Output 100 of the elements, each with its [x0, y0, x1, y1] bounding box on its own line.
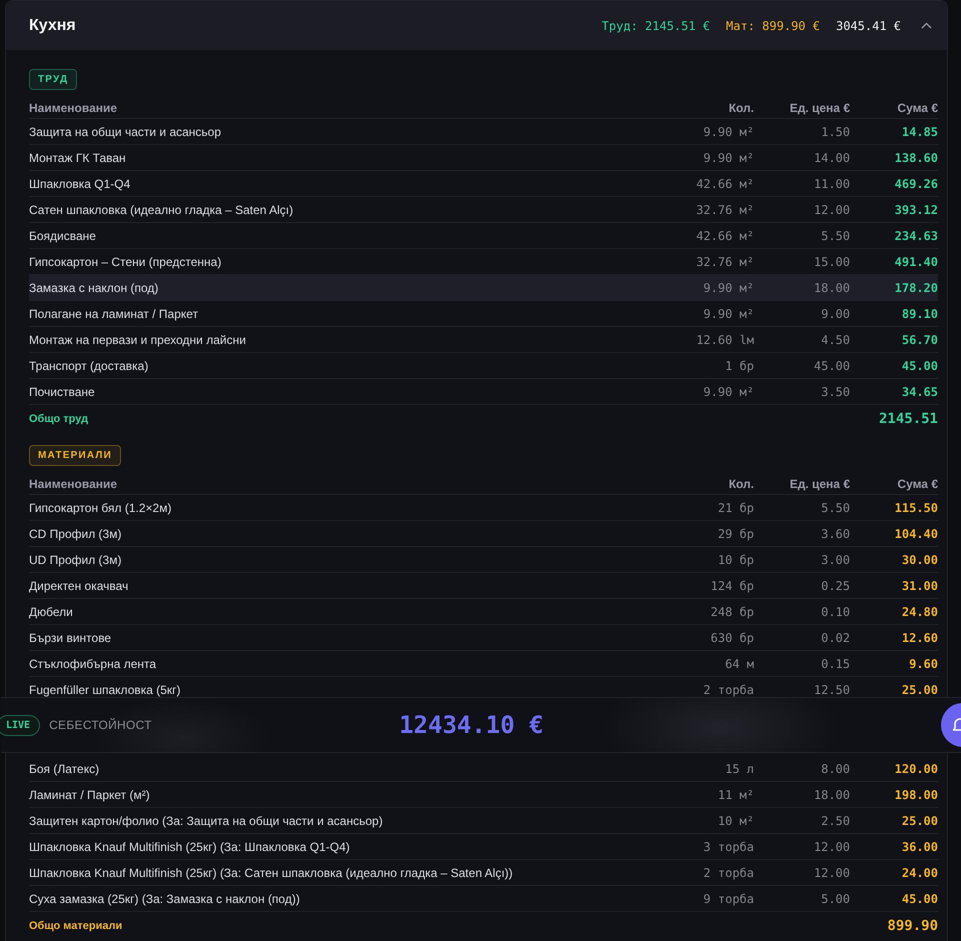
- column-header: Ед. цена €: [788, 100, 850, 114]
- item-name: Защитен картон/фолио (За: Защита на общи части и асансьор): [29, 814, 384, 828]
- labor-total: Труд: 2145.51 €: [602, 18, 710, 32]
- item-name: UD Профил (3м): [29, 552, 122, 566]
- item-name: Полагане на ламинат / Паркет: [29, 306, 200, 320]
- quantity: 9.90 м²: [702, 124, 754, 138]
- unit-price: 14.00: [812, 150, 850, 164]
- unit-price: 18.00: [812, 788, 850, 802]
- item-name: CD Профил (3м): [29, 526, 122, 540]
- line-sum: 115.50: [894, 500, 938, 514]
- chevron-up-icon: [920, 22, 932, 29]
- quantity: 42.66 м²: [695, 228, 754, 242]
- unit-price: 12.00: [812, 202, 850, 216]
- quantity: 630 бр: [710, 630, 754, 644]
- item-name: Суха замазка (25кг) (За: Замазка с наклон (под)): [29, 892, 301, 906]
- item-name: Замазка с наклон (под): [29, 280, 160, 294]
- unit-price: 9.00: [820, 306, 850, 320]
- line-sum: 491.40: [894, 254, 938, 268]
- unit-price: 5.50: [820, 500, 850, 514]
- unit-price: 12.50: [812, 682, 850, 696]
- unit-price: 45.00: [812, 358, 850, 372]
- grand-total: 3045.41 €: [836, 18, 901, 32]
- item-name: Гипсокартон – Стени (предстенна): [29, 254, 222, 268]
- quantity: 15 л: [724, 762, 754, 776]
- unit-price: 8.00: [820, 762, 850, 776]
- line-sum: 120.00: [894, 762, 938, 776]
- quantity: 9 торба: [702, 892, 754, 906]
- line-sum: 234.63: [894, 228, 938, 242]
- item-name: Бързи винтове: [29, 630, 112, 644]
- quantity: 21 бр: [716, 500, 754, 514]
- column-header: Наименование: [29, 100, 118, 114]
- line-sum: 198.00: [894, 788, 938, 802]
- total-value: 899.90: [886, 918, 938, 934]
- item-name: Ламинат / Паркет (м²): [29, 788, 151, 802]
- unit-price: 4.50: [820, 332, 850, 346]
- item-name: Fugenfüller шпакловка (5кг): [29, 682, 182, 696]
- item-name: Транспорт (доставка): [29, 358, 150, 372]
- section-badge: ТРУД: [29, 69, 78, 90]
- quantity: 9.90 м²: [702, 306, 754, 320]
- total-value: 2145.51: [878, 410, 938, 426]
- quantity: 42.66 м²: [695, 176, 754, 190]
- quantity: 32.76 м²: [695, 254, 754, 268]
- unit-price: 3.50: [820, 384, 850, 398]
- section-badge: МАТЕРИАЛИ: [29, 445, 122, 466]
- item-name: Директен окачвач: [29, 578, 130, 592]
- item-name: Почистване: [29, 384, 96, 398]
- line-sum: 25.00: [900, 682, 938, 696]
- unit-price: 1.50: [820, 124, 850, 138]
- line-sum: 89.10: [900, 306, 938, 320]
- room-title: Кухня: [29, 16, 77, 34]
- item-name: Монтаж на первази и преходни лайсни: [29, 332, 247, 346]
- total-label: Общо труд: [29, 412, 90, 424]
- line-sum: 45.00: [900, 358, 938, 372]
- unit-price: 3.60: [820, 526, 850, 540]
- line-sum: 56.70: [900, 332, 938, 346]
- unit-price: 12.00: [812, 866, 850, 880]
- line-sum: 138.60: [894, 150, 938, 164]
- unit-price: 12.00: [812, 840, 850, 854]
- column-header: Наименование: [29, 476, 118, 490]
- quantity: 9.90 м²: [702, 280, 754, 294]
- item-name: Дюбели: [29, 604, 74, 618]
- unit-price: 15.00: [812, 254, 850, 268]
- quantity: 29 бр: [716, 526, 754, 540]
- live-badge: LIVE: [0, 714, 40, 736]
- quantity: 10 бр: [716, 552, 754, 566]
- unit-price: 0.02: [820, 630, 850, 644]
- unit-price: 0.25: [820, 578, 850, 592]
- quantity: 3 торба: [702, 840, 754, 854]
- line-sum: 24.00: [900, 866, 938, 880]
- unit-price: 0.10: [820, 604, 850, 618]
- line-sum: 30.00: [900, 552, 938, 566]
- quantity: 11 м²: [716, 788, 754, 802]
- quantity: 2 торба: [702, 866, 754, 880]
- line-sum: 25.00: [900, 814, 938, 828]
- item-name: Шпакловка Q1-Q4: [29, 176, 132, 190]
- cost-value: 12434.10 €: [399, 711, 544, 739]
- quantity: 64 м: [724, 656, 754, 670]
- line-sum: 14.85: [900, 124, 938, 138]
- item-name: Сатен шпакловка (идеално гладка – Saten Alçı): [29, 202, 294, 216]
- line-sum: 104.40: [894, 526, 938, 540]
- line-sum: 24.80: [900, 604, 938, 618]
- item-name: Гипсокартон бял (1.2×2м): [29, 500, 172, 514]
- item-name: Шпакловка Knauf Multifinish (25кг) (За: Сатен шпакловка (идеално гладка – Saten Alçı)): [29, 866, 514, 880]
- item-name: Боядисване: [29, 228, 97, 242]
- unit-price: 3.00: [820, 552, 850, 566]
- item-name: Боя (Латекс): [29, 762, 100, 776]
- line-sum: 34.65: [900, 384, 938, 398]
- column-header: Кол.: [728, 100, 754, 114]
- item-name: Монтаж ГК Таван: [29, 150, 127, 164]
- column-header: Сума €: [896, 476, 938, 490]
- line-sum: 36.00: [900, 840, 938, 854]
- unit-price: 5.00: [820, 892, 850, 906]
- item-name: Стъклофибърна лента: [29, 656, 158, 670]
- line-sum: 31.00: [900, 578, 938, 592]
- quantity: 9.90 м²: [702, 150, 754, 164]
- quantity: 10 м²: [716, 814, 754, 828]
- quantity: 2 торба: [702, 682, 754, 696]
- unit-price: 0.15: [820, 656, 850, 670]
- quantity: 12.60 lм: [695, 332, 754, 346]
- quantity: 9.90 м²: [702, 384, 754, 398]
